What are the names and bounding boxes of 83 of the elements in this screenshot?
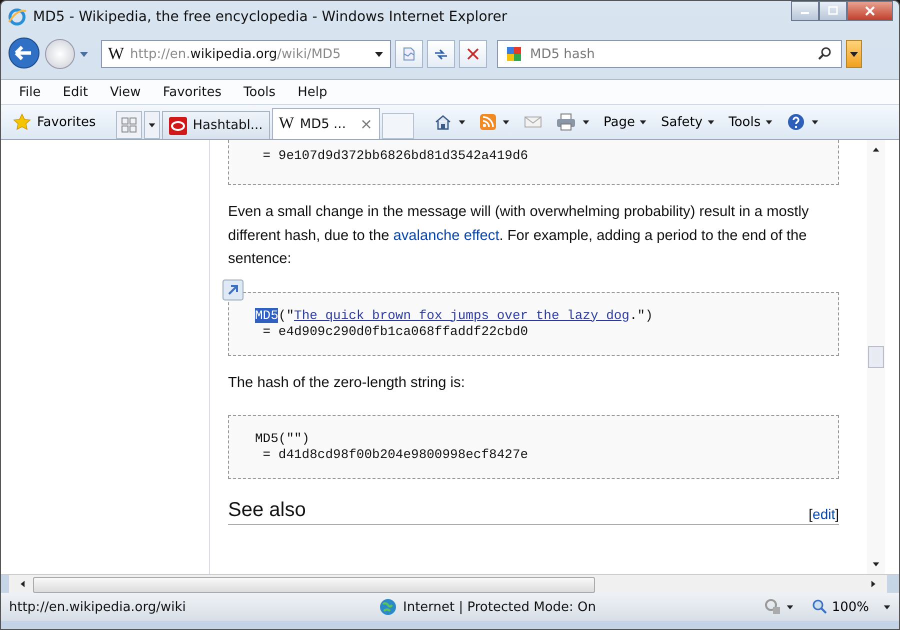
text-link[interactable]: avalanche effect: [393, 228, 500, 244]
search-text: MD5 hash: [530, 46, 596, 62]
recent-pages-caret-icon: [79, 49, 89, 59]
tab-title: MD5 ...: [300, 116, 346, 132]
code-line: = e4d909c290d0fb1ca068ffaddf22cbd0: [262, 324, 530, 340]
search-provider-icon: [506, 46, 522, 62]
minimize-button[interactable]: [791, 1, 819, 21]
caret-icon: [786, 603, 794, 611]
address-url: http://en.wikipedia.org/wiki/MD5: [130, 46, 342, 62]
vertical-scrollbar[interactable]: [867, 140, 885, 574]
globe-icon: [379, 598, 397, 616]
code-line: = d41d8cd98f00b204e9800998ecf8427e: [262, 447, 530, 463]
code-line: MD5(""): [255, 431, 311, 447]
scroll-up-icon[interactable]: [872, 146, 880, 154]
menu-item[interactable]: Edit: [62, 84, 88, 100]
envelope-icon: [524, 115, 542, 129]
edit-link[interactable]: [edit]: [808, 506, 839, 522]
status-url: http://en.wikipedia.org/wiki: [9, 600, 187, 614]
maximize-icon: [828, 6, 838, 16]
site-icon: W: [278, 115, 294, 133]
menu-item[interactable]: Help: [298, 84, 328, 100]
caret-icon: [639, 118, 648, 126]
refresh-button[interactable]: [427, 40, 455, 68]
tab-title: Hashtabl...: [192, 118, 263, 133]
browser-tab[interactable]: Hashtabl...: [162, 111, 270, 139]
scroll-down-icon[interactable]: [872, 560, 880, 568]
menu-item[interactable]: View: [110, 84, 141, 100]
rss-icon: [480, 114, 496, 130]
tab-close-button[interactable]: ×: [360, 115, 373, 133]
zoom-button[interactable]: 100%: [808, 599, 873, 615]
favorites-button[interactable]: Favorites: [7, 113, 102, 131]
scroll-right-icon[interactable]: [869, 580, 877, 588]
caret-icon: [458, 118, 466, 126]
browser-tab[interactable]: W MD5 ... ×: [272, 108, 380, 139]
window-title: MD5 - Wikipedia, the free encyclopedia - Windows Internet Explorer: [33, 9, 508, 25]
ie-logo-icon: [7, 7, 27, 27]
scroll-thumb[interactable]: [868, 346, 884, 368]
home-icon: [434, 113, 452, 131]
caret-icon: [764, 118, 773, 126]
menu-item[interactable]: File: [19, 84, 41, 100]
scroll-thumb[interactable]: [33, 577, 595, 593]
scroll-left-icon[interactable]: [19, 580, 27, 588]
help-icon: [786, 113, 805, 131]
tab-list-button[interactable]: [144, 111, 160, 139]
caret-icon: [849, 49, 859, 59]
address-field[interactable]: W http://en.wikipedia.org/wiki/MD5: [101, 40, 391, 68]
star-icon: [13, 113, 31, 131]
stop-button[interactable]: [459, 40, 487, 68]
magnifier-icon: [812, 599, 828, 615]
code-line: MD5("The quick brown fox jumps over the lazy dog."): [255, 308, 654, 324]
menu-item[interactable]: Tools: [244, 84, 276, 100]
grid-icon: [120, 117, 137, 133]
paragraph: Even a small change in the message will (with overwhelming probability) result in a mostly different hash, due to the avalanche effect. For example, adding a period to the end of the sentence:: [228, 203, 810, 269]
command-menu-button[interactable]: Tools: [724, 114, 777, 130]
dropdown-caret-icon[interactable]: [374, 49, 384, 59]
oval-logo-icon: [168, 116, 187, 134]
security-zone-text: Internet | Protected Mode: On: [403, 600, 596, 614]
printer-icon: [556, 113, 576, 131]
caret-icon: [706, 118, 715, 126]
search-field[interactable]: MD5 hash: [497, 40, 842, 68]
maximize-button[interactable]: [819, 1, 847, 21]
caret-icon: [148, 121, 156, 129]
caret-icon: [582, 118, 590, 126]
menu-item[interactable]: Favorites: [162, 84, 222, 100]
command-menu-button[interactable]: Safety: [657, 114, 719, 130]
horizontal-scrollbar[interactable]: [9, 575, 887, 593]
site-icon: W: [108, 44, 124, 64]
close-button[interactable]: [847, 1, 893, 21]
compatibility-view-button[interactable]: [395, 40, 423, 68]
accelerator-icon[interactable]: [222, 278, 244, 300]
broken-page-icon: [401, 46, 417, 62]
caret-icon: [502, 118, 510, 126]
back-button[interactable]: [7, 37, 41, 71]
close-icon: [865, 6, 875, 16]
section-heading: See also: [228, 499, 306, 522]
paragraph: The hash of the zero-length string is:: [228, 374, 466, 392]
stop-x-icon: [465, 46, 481, 62]
search-options-button[interactable]: [846, 40, 862, 68]
caret-icon: [810, 118, 819, 126]
code-line: = 9e107d9d372bb6826bd81d3542a419d6: [262, 148, 530, 164]
caret-icon[interactable]: [883, 603, 891, 611]
command-menu-button[interactable]: Page: [600, 114, 652, 130]
search-icon[interactable]: [817, 46, 833, 62]
